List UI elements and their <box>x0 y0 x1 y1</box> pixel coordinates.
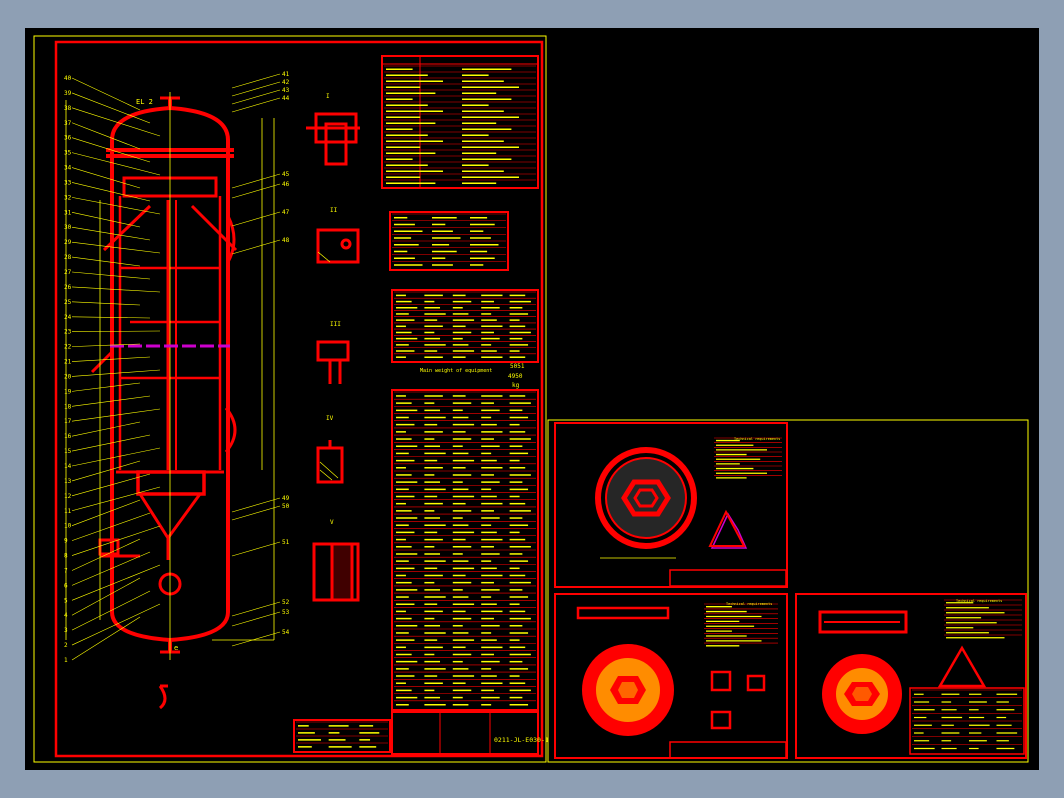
svg-text:II: II <box>330 207 338 214</box>
callout-label: 54 <box>282 629 290 636</box>
callout-label: 13 <box>64 478 72 485</box>
callout-label: 50 <box>282 503 290 510</box>
callout-label: 7 <box>64 567 68 574</box>
callout-label: 4 <box>64 612 68 619</box>
callout-label: 42 <box>282 79 290 86</box>
callout-label: 29 <box>64 239 72 246</box>
callout-label: 30 <box>64 224 72 231</box>
weight-unit: kg <box>512 382 520 389</box>
callout-label: 6 <box>64 582 68 589</box>
callout-label: 43 <box>282 87 290 94</box>
callout-label: 3 <box>64 627 68 634</box>
callout-label: 16 <box>64 433 72 440</box>
callout-label: 31 <box>64 209 72 216</box>
callout-label: 34 <box>64 165 72 172</box>
svg-text:IV: IV <box>326 415 334 422</box>
callout-label: 37 <box>64 120 72 127</box>
callout-label: 53 <box>282 609 290 616</box>
callout-label: 47 <box>282 209 290 216</box>
callout-label: 20 <box>64 373 72 380</box>
weight-value-2: 4950 <box>508 373 523 380</box>
callout-label: 18 <box>64 403 72 410</box>
callout-label: 33 <box>64 179 72 186</box>
callout-label: 19 <box>64 388 72 395</box>
drawing-number: 0211-JL-E030-1 <box>494 736 549 744</box>
callout-label: 17 <box>64 418 72 425</box>
top-elevation-label: EL 2 <box>136 98 153 106</box>
sheet-b-note-title: Technical requirements <box>726 602 772 606</box>
callout-label: 15 <box>64 448 72 455</box>
cad-drawing-canvas: 4039383736353433323130292827262524232221… <box>25 28 1039 770</box>
callout-label: 11 <box>64 508 72 515</box>
sheet-a-note-title: Technical requirements <box>734 437 780 441</box>
callout-label: 8 <box>64 553 68 560</box>
weight-value: 5051 <box>510 363 525 370</box>
callout-label: 22 <box>64 344 72 351</box>
callout-label: 40 <box>64 75 72 82</box>
svg-text:V: V <box>330 519 334 526</box>
callout-label: 2 <box>64 642 68 649</box>
callout-label: 38 <box>64 105 72 112</box>
callout-label: 14 <box>64 463 72 470</box>
callout-label: 21 <box>64 359 72 366</box>
callout-label: 28 <box>64 254 72 261</box>
callout-label: 41 <box>282 71 290 78</box>
callout-label: 52 <box>282 599 290 606</box>
callout-label: 45 <box>282 171 290 178</box>
callout-label: 44 <box>282 95 290 102</box>
weight-title: Main weight of equipment <box>420 368 492 374</box>
bottom-elevation-label: e <box>174 644 178 652</box>
callout-label: 25 <box>64 299 72 306</box>
design-parameter-table <box>389 211 509 271</box>
sheet-c-note-title: Technical requirements <box>956 599 1002 603</box>
callout-label: 32 <box>64 194 72 201</box>
callout-label: 35 <box>64 150 72 157</box>
callout-label: 39 <box>64 90 72 97</box>
svg-text:I: I <box>326 93 330 100</box>
callout-label: 26 <box>64 284 72 291</box>
callout-label: 5 <box>64 597 68 604</box>
callout-label: 36 <box>64 135 72 142</box>
callout-label: 1 <box>64 657 68 664</box>
callout-label: 10 <box>64 523 72 530</box>
callout-label: 51 <box>282 539 290 546</box>
callout-label: 49 <box>282 495 290 502</box>
callout-label: 23 <box>64 329 72 336</box>
callout-label: 9 <box>64 538 68 545</box>
callout-label: 12 <box>64 493 72 500</box>
callout-label: 46 <box>282 181 290 188</box>
callout-label: 24 <box>64 314 72 321</box>
callout-label: 27 <box>64 269 72 276</box>
svg-text:III: III <box>330 321 341 328</box>
callout-label: 48 <box>282 237 290 244</box>
